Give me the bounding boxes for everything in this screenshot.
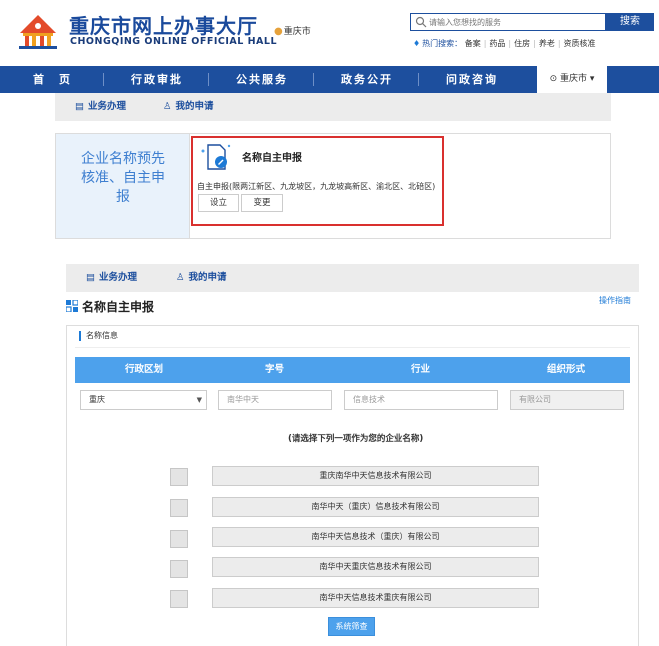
tab-label: 我的申请 [188, 272, 227, 283]
flame-icon: ♦ [413, 39, 421, 48]
industry-input[interactable]: 信息技术 [344, 390, 498, 410]
hot-search-item[interactable]: 住房 [514, 39, 530, 48]
city-dropdown[interactable]: ⊙ 重庆市 ▾ [537, 66, 607, 93]
user-icon: ♙ [176, 272, 185, 283]
service-title[interactable]: 名称自主申报 [242, 149, 302, 164]
site-header: 重庆市网上办事大厅 CHONGQING ONLINE OFFICIAL HALL… [0, 0, 659, 66]
tab-my-apply[interactable]: ♙ 我的申请 [163, 93, 214, 121]
location-pin-icon: ⊙ [549, 74, 558, 84]
hot-search-label: 热门搜索： [422, 39, 463, 48]
form-header-row: 行政区划 字号 行业 组织形式 [75, 357, 630, 383]
location-pin-icon: ● [274, 26, 283, 37]
tab-label: 业务办理 [87, 101, 126, 112]
tab-business[interactable]: ▤ 业务办理 [86, 264, 137, 292]
location-label: 重庆市 [283, 27, 311, 37]
section-label: 名称信息 [79, 331, 118, 341]
name-option[interactable]: 南华中天信息技术（重庆）有限公司 [212, 527, 539, 547]
name-option-checkbox[interactable] [170, 499, 188, 517]
tab-business[interactable]: ▤ 业务办理 [75, 93, 126, 121]
service-description: 自主申报(限两江新区、九龙坡区，九龙坡高新区、渝北区、北碚区) [197, 182, 436, 191]
tab-label: 我的申请 [175, 101, 214, 112]
user-icon: ♙ [163, 101, 172, 112]
name-option[interactable]: 重庆南华中天信息技术有限公司 [212, 466, 539, 486]
search-box [410, 13, 606, 31]
chevron-down-icon: ▾ [589, 74, 595, 84]
system-filter-button[interactable]: 系统筛查 [328, 617, 375, 636]
change-button[interactable]: 变更 [241, 194, 283, 212]
name-option[interactable]: 南华中天重庆信息技术有限公司 [212, 557, 539, 577]
name-input[interactable]: 南华中天 [218, 390, 332, 410]
city-label: 重庆市 [560, 74, 588, 84]
government-building-logo[interactable] [14, 11, 62, 49]
nav-item-consult[interactable]: 问政咨询 [446, 66, 498, 93]
name-option-checkbox[interactable] [170, 560, 188, 578]
header-org-type: 组织形式 [547, 364, 586, 375]
header-region: 行政区划 [125, 364, 164, 375]
nav-item-home[interactable]: 首 页 [33, 66, 72, 93]
org-type-field: 有限公司 [510, 390, 624, 410]
setup-button[interactable]: 设立 [198, 194, 239, 212]
nav-item-public-service[interactable]: 公共服务 [236, 66, 288, 93]
name-option-checkbox[interactable] [170, 590, 188, 608]
hot-search: ♦ 热门搜索： 备案 | 药品 | 住房 | 养老 | 资质核准 [413, 39, 596, 48]
selection-prompt: (请选择下列一项作为您的企业名称) [288, 434, 424, 444]
tab-label: 业务办理 [98, 272, 137, 283]
brand-subtitle: CHONGQING ONLINE OFFICIAL HALL [70, 36, 277, 47]
service-category-label: 企业名称预先核准、自主申报 [81, 151, 165, 205]
page-title: 名称自主申报 [82, 300, 155, 314]
hot-search-item[interactable]: 资质核准 [564, 39, 596, 48]
nav-item-gov-affairs[interactable]: 政务公开 [341, 66, 393, 93]
search-icon [415, 16, 427, 28]
header-industry: 行业 [411, 364, 431, 375]
region-select[interactable]: 重庆 ▼ [80, 390, 207, 410]
region-value: 重庆 [89, 395, 105, 404]
tab-strip-bottom: ▤ 业务办理 ♙ 我的申请 [66, 264, 639, 292]
guide-link[interactable]: 操作指南 [599, 295, 631, 306]
tab-strip-top: ▤ 业务办理 ♙ 我的申请 [55, 93, 611, 121]
header-name: 字号 [265, 364, 285, 375]
name-option[interactable]: 南华中天信息技术重庆有限公司 [212, 588, 539, 608]
tab-my-apply[interactable]: ♙ 我的申请 [176, 264, 227, 292]
brand-title: 重庆市网上办事大厅 [69, 14, 258, 38]
service-category: 企业名称预先核准、自主申报 [56, 134, 190, 238]
location-selector[interactable]: ●重庆市 [274, 24, 311, 37]
nav-item-approval[interactable]: 行政审批 [131, 66, 183, 93]
name-option-checkbox[interactable] [170, 530, 188, 548]
name-option-checkbox[interactable] [170, 468, 188, 486]
divider [75, 347, 630, 348]
name-option[interactable]: 南华中天（重庆）信息技术有限公司 [212, 497, 539, 517]
grid-icon [66, 300, 78, 312]
hot-search-item[interactable]: 养老 [539, 39, 555, 48]
document-icon: ▤ [75, 101, 84, 112]
search-input[interactable] [429, 15, 604, 29]
hot-search-item[interactable]: 药品 [489, 39, 505, 48]
chevron-down-icon: ▼ [196, 396, 202, 404]
search-button[interactable]: 搜索 [606, 13, 654, 31]
document-edit-icon [201, 144, 231, 170]
hot-search-item[interactable]: 备案 [465, 39, 481, 48]
document-icon: ▤ [86, 272, 95, 283]
